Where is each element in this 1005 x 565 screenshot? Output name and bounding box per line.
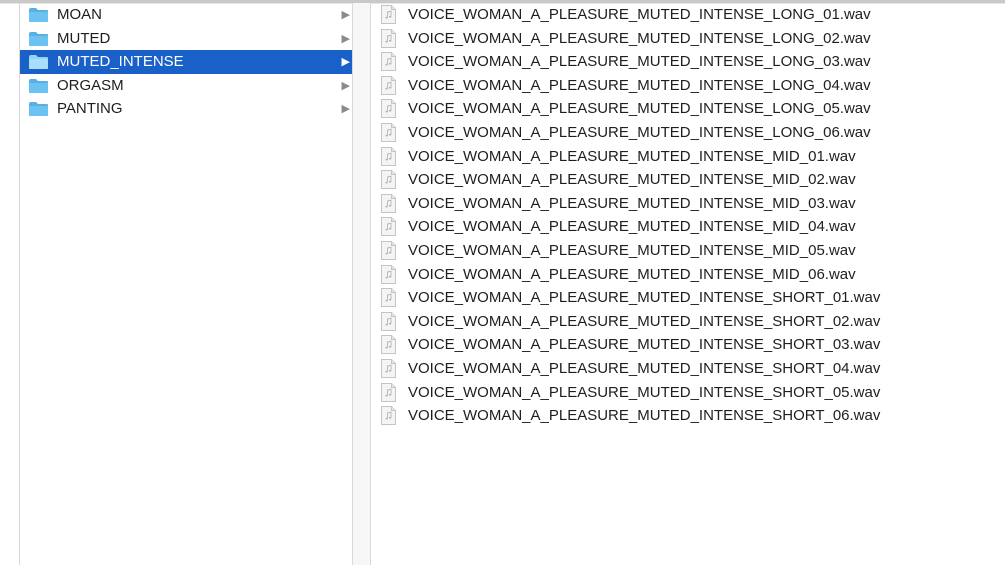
audio-file-icon bbox=[381, 99, 396, 119]
folder-icon bbox=[29, 8, 48, 22]
chevron-right-icon: ▶ bbox=[341, 103, 350, 116]
audio-file-icon bbox=[381, 52, 396, 72]
audio-file-icon bbox=[381, 217, 396, 237]
file-name: VOICE_WOMAN_A_PLEASURE_MUTED_INTENSE_SHO… bbox=[408, 383, 881, 401]
audio-file-icon bbox=[381, 193, 396, 213]
audio-file-icon bbox=[381, 240, 396, 260]
file-name: VOICE_WOMAN_A_PLEASURE_MUTED_INTENSE_LON… bbox=[408, 76, 871, 94]
chevron-right-icon: ▶ bbox=[341, 32, 350, 45]
folder-row-muted-intense[interactable]: MUTED_INTENSE ▶ bbox=[20, 50, 352, 74]
chevron-right-icon: ▶ bbox=[341, 56, 350, 69]
file-name: VOICE_WOMAN_A_PLEASURE_MUTED_INTENSE_LON… bbox=[408, 6, 871, 23]
file-name: VOICE_WOMAN_A_PLEASURE_MUTED_INTENSE_MID… bbox=[408, 265, 856, 283]
chevron-right-icon: ▶ bbox=[341, 79, 350, 92]
file-row[interactable]: VOICE_WOMAN_A_PLEASURE_MUTED_INTENSE_LON… bbox=[371, 3, 1005, 27]
file-row[interactable]: VOICE_WOMAN_A_PLEASURE_MUTED_INTENSE_LON… bbox=[371, 50, 1005, 74]
file-name: VOICE_WOMAN_A_PLEASURE_MUTED_INTENSE_LON… bbox=[408, 123, 871, 141]
audio-file-icon bbox=[381, 122, 396, 142]
file-row[interactable]: VOICE_WOMAN_A_PLEASURE_MUTED_INTENSE_SHO… bbox=[371, 404, 1005, 428]
column-resize-strip[interactable] bbox=[352, 3, 370, 565]
file-row[interactable]: VOICE_WOMAN_A_PLEASURE_MUTED_INTENSE_SHO… bbox=[371, 357, 1005, 381]
file-row[interactable]: VOICE_WOMAN_A_PLEASURE_MUTED_INTENSE_MID… bbox=[371, 168, 1005, 192]
column-divider-middle bbox=[352, 3, 353, 565]
file-row[interactable]: VOICE_WOMAN_A_PLEASURE_MUTED_INTENSE_LON… bbox=[371, 97, 1005, 121]
file-column: VOICE_WOMAN_A_PLEASURE_MUTED_INTENSE_LON… bbox=[371, 3, 1005, 428]
file-row[interactable]: VOICE_WOMAN_A_PLEASURE_MUTED_INTENSE_SHO… bbox=[371, 333, 1005, 357]
file-name: VOICE_WOMAN_A_PLEASURE_MUTED_INTENSE_SHO… bbox=[408, 336, 881, 354]
audio-file-icon bbox=[381, 288, 396, 308]
file-name: VOICE_WOMAN_A_PLEASURE_MUTED_INTENSE_LON… bbox=[408, 29, 871, 47]
file-name: VOICE_WOMAN_A_PLEASURE_MUTED_INTENSE_SHO… bbox=[408, 289, 881, 307]
file-row[interactable]: VOICE_WOMAN_A_PLEASURE_MUTED_INTENSE_MID… bbox=[371, 145, 1005, 169]
file-name: VOICE_WOMAN_A_PLEASURE_MUTED_INTENSE_SHO… bbox=[408, 312, 881, 330]
folder-row-muted[interactable]: MUTED ▶ bbox=[20, 27, 352, 51]
audio-file-icon bbox=[381, 28, 396, 48]
folder-label: ORGASM bbox=[57, 76, 124, 94]
file-name: VOICE_WOMAN_A_PLEASURE_MUTED_INTENSE_SHO… bbox=[408, 407, 881, 425]
file-row[interactable]: VOICE_WOMAN_A_PLEASURE_MUTED_INTENSE_LON… bbox=[371, 74, 1005, 98]
folder-column: MOAN ▶ MUTED ▶ MUTED_INTENSE ▶ ORGASM ▶ … bbox=[20, 3, 352, 121]
folder-row-moan[interactable]: MOAN ▶ bbox=[20, 3, 352, 27]
folder-icon bbox=[29, 31, 48, 46]
file-row[interactable]: VOICE_WOMAN_A_PLEASURE_MUTED_INTENSE_SHO… bbox=[371, 286, 1005, 310]
file-name: VOICE_WOMAN_A_PLEASURE_MUTED_INTENSE_SHO… bbox=[408, 359, 881, 377]
folder-row-orgasm[interactable]: ORGASM ▶ bbox=[20, 74, 352, 98]
file-name: VOICE_WOMAN_A_PLEASURE_MUTED_INTENSE_MID… bbox=[408, 147, 856, 165]
file-row[interactable]: VOICE_WOMAN_A_PLEASURE_MUTED_INTENSE_MID… bbox=[371, 192, 1005, 216]
audio-file-icon bbox=[381, 146, 396, 166]
folder-label: MOAN bbox=[57, 6, 102, 23]
chevron-right-icon: ▶ bbox=[341, 9, 350, 21]
audio-file-icon bbox=[381, 5, 396, 24]
file-name: VOICE_WOMAN_A_PLEASURE_MUTED_INTENSE_MID… bbox=[408, 194, 856, 212]
file-row[interactable]: VOICE_WOMAN_A_PLEASURE_MUTED_INTENSE_LON… bbox=[371, 27, 1005, 51]
folder-icon bbox=[29, 78, 48, 93]
audio-file-icon bbox=[381, 75, 396, 95]
folder-label: PANTING bbox=[57, 100, 123, 118]
audio-file-icon bbox=[381, 406, 396, 426]
folder-icon bbox=[29, 102, 48, 117]
folder-label: MUTED_INTENSE bbox=[57, 53, 184, 71]
audio-file-icon bbox=[381, 358, 396, 378]
file-row[interactable]: VOICE_WOMAN_A_PLEASURE_MUTED_INTENSE_MID… bbox=[371, 215, 1005, 239]
file-row[interactable]: VOICE_WOMAN_A_PLEASURE_MUTED_INTENSE_MID… bbox=[371, 239, 1005, 263]
file-row[interactable]: VOICE_WOMAN_A_PLEASURE_MUTED_INTENSE_SHO… bbox=[371, 381, 1005, 405]
folder-label: MUTED bbox=[57, 29, 111, 47]
file-name: VOICE_WOMAN_A_PLEASURE_MUTED_INTENSE_MID… bbox=[408, 241, 856, 259]
audio-file-icon bbox=[381, 382, 396, 402]
folder-icon bbox=[29, 55, 48, 70]
file-row[interactable]: VOICE_WOMAN_A_PLEASURE_MUTED_INTENSE_MID… bbox=[371, 263, 1005, 287]
folder-row-panting[interactable]: PANTING ▶ bbox=[20, 97, 352, 121]
file-row[interactable]: VOICE_WOMAN_A_PLEASURE_MUTED_INTENSE_SHO… bbox=[371, 310, 1005, 334]
audio-file-icon bbox=[381, 264, 396, 284]
file-row[interactable]: VOICE_WOMAN_A_PLEASURE_MUTED_INTENSE_LON… bbox=[371, 121, 1005, 145]
file-name: VOICE_WOMAN_A_PLEASURE_MUTED_INTENSE_MID… bbox=[408, 218, 856, 236]
audio-file-icon bbox=[381, 311, 396, 331]
audio-file-icon bbox=[381, 335, 396, 355]
file-name: VOICE_WOMAN_A_PLEASURE_MUTED_INTENSE_MID… bbox=[408, 171, 856, 189]
file-name: VOICE_WOMAN_A_PLEASURE_MUTED_INTENSE_LON… bbox=[408, 100, 871, 118]
audio-file-icon bbox=[381, 170, 396, 190]
file-name: VOICE_WOMAN_A_PLEASURE_MUTED_INTENSE_LON… bbox=[408, 53, 871, 71]
